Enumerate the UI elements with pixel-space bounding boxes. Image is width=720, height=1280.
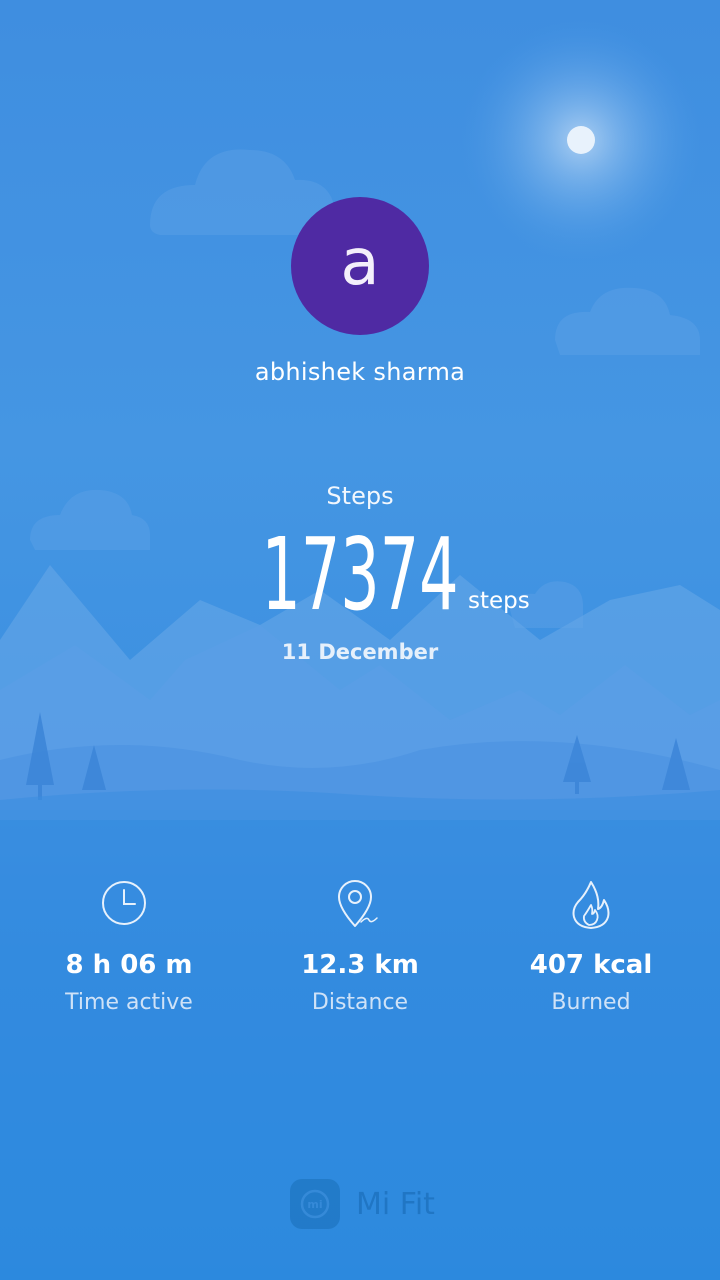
time-active-label: Time active [65,990,193,1015]
steps-label: Steps [326,482,394,510]
brand-name: Mi Fit [356,1186,435,1222]
stat-calories[interactable]: 407 kcal Burned [471,878,711,1015]
steps-value: 17374 [261,516,459,633]
calories-value: 407 kcal [529,950,653,980]
user-name: abhishek sharma [254,358,466,386]
mi-logo-icon: mi [300,1189,330,1219]
avatar-initial: a [340,226,380,300]
mi-fit-brand: mi Mi Fit [290,1178,435,1230]
mi-fit-home-screen: a abhishek sharma Steps 17374 steps 11 D… [0,0,720,1280]
distance-value: 12.3 km [301,950,419,980]
flame-icon [572,881,610,929]
distance-label: Distance [311,990,409,1015]
calories-label: Burned [551,990,631,1015]
steps-counter[interactable]: 17374 steps [0,520,720,630]
steps-date: 11 December [281,640,439,664]
steps-unit: steps [468,588,530,614]
location-pin-icon [338,880,378,927]
avatar[interactable]: a [291,197,429,335]
time-active-value: 8 h 06 m [65,950,193,980]
mi-logo-text: mi [307,1198,322,1211]
sun-icon [567,126,595,154]
mi-fit-logo: mi [290,1179,340,1229]
clock-icon [102,881,146,925]
stat-time-active[interactable]: 8 h 06 m Time active [9,878,249,1015]
stat-distance[interactable]: 12.3 km Distance [240,878,480,1015]
